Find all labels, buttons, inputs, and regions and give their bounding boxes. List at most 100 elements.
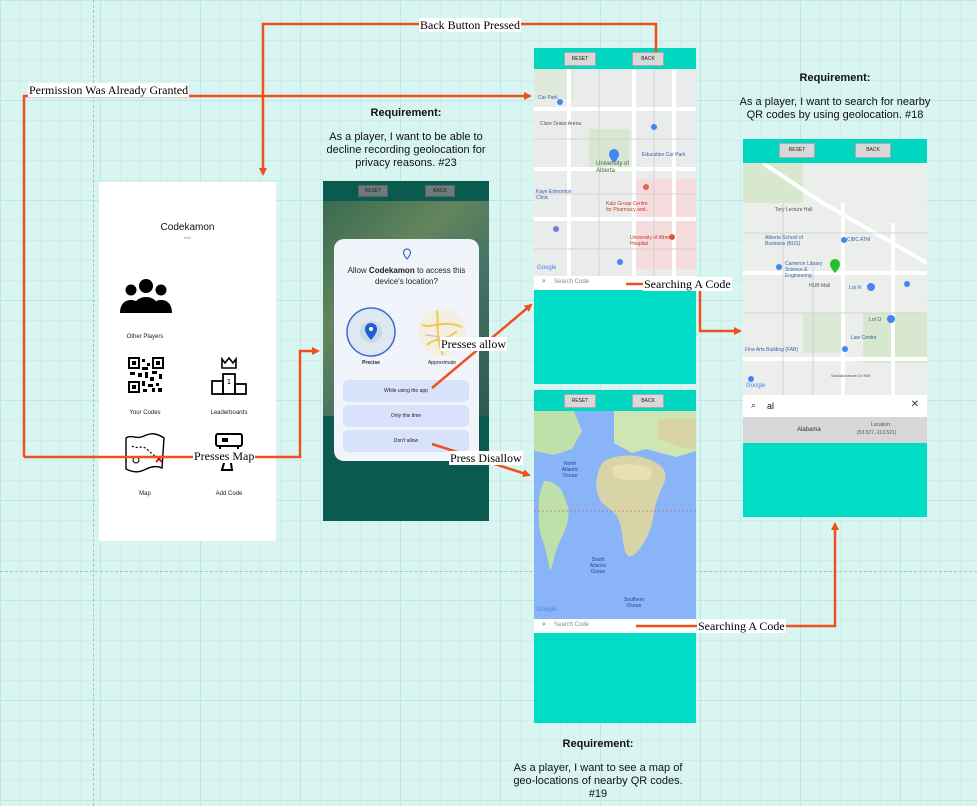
home-screen: Codekamon test Other Players Your Codes <box>99 182 276 541</box>
map-place-label: Alberta School of Business (BUS) <box>765 235 804 247</box>
reset-button[interactable]: RESET <box>564 52 596 66</box>
back-button-pressed-label: Back Button Pressed <box>419 18 521 32</box>
requirement-title: Requirement: <box>799 72 871 84</box>
map-place-label: Katz Group Centre for Pharmacy and... <box>606 201 650 213</box>
toolbar <box>534 390 696 411</box>
tile-label: Other Players <box>126 334 164 340</box>
search-icon: ⌕ <box>751 400 757 410</box>
other-players-tile[interactable]: Other Players <box>110 277 180 347</box>
search-icon: ⌕ <box>542 278 546 285</box>
precise-option[interactable]: Precise <box>346 307 396 369</box>
app-title: Codekamon <box>160 222 215 233</box>
results-panel <box>534 290 696 384</box>
leaderboards-tile[interactable]: 1 Leaderboards <box>194 357 264 427</box>
map-screen-allowed: RESET BACK Car Park Clare Drake Arena Un… <box>534 48 696 384</box>
tile-label: Add Code <box>215 491 243 497</box>
ocean-label: Southern Ocean <box>623 597 645 609</box>
only-this-time-button[interactable]: Only this time <box>343 405 469 427</box>
requirement-title: Requirement: <box>370 107 442 119</box>
world-map-drawing <box>534 411 696 619</box>
reset-button[interactable]: RESET <box>779 143 815 158</box>
map-place-label: Education Car Park <box>642 152 686 158</box>
your-codes-tile[interactable]: Your Codes <box>110 357 180 427</box>
map-place-label: Car Park <box>538 95 558 101</box>
results-panel <box>743 443 927 517</box>
search-placeholder: Search Code <box>554 622 590 628</box>
reset-button[interactable]: RESET <box>564 394 596 408</box>
svg-text:1: 1 <box>227 378 231 386</box>
google-logo: Google <box>537 265 557 271</box>
guide-line <box>93 0 94 806</box>
map-place-label: CIBC ATM <box>847 237 871 243</box>
back-button[interactable]: BACK <box>632 394 664 408</box>
dialog-message: Allow Codekamon to access this device's … <box>340 265 473 287</box>
map-place-label: HUB Mall <box>809 283 831 289</box>
qr-code-icon <box>128 357 164 393</box>
presses-allow-label: Presses allow <box>440 337 507 351</box>
requirement-body: As a player, I want to search for nearby… <box>739 96 931 121</box>
searching-code-label: Searching A Code <box>643 277 732 291</box>
campus-map-drawing <box>743 163 927 395</box>
clear-icon[interactable]: ✕ <box>911 399 919 410</box>
requirement-18: Requirement: As a player, I want to sear… <box>737 72 933 122</box>
back-button[interactable]: BACK <box>632 52 664 66</box>
permission-screen: RESET BACK Allow Codekamon to access thi… <box>323 181 489 521</box>
search-bar[interactable]: ⌕ Search Code <box>534 619 696 633</box>
reset-button[interactable]: RESET <box>358 185 388 197</box>
map-place-label: Kaye Edmonton Clinic <box>536 189 572 201</box>
search-input[interactable]: al <box>767 401 774 411</box>
google-logo: Google <box>746 383 766 389</box>
precise-map-icon <box>346 307 396 357</box>
map-search-screen: RESET BACK Tory Lecture Hall Alberta Sch… <box>743 139 927 517</box>
search-placeholder: Search Code <box>554 279 590 285</box>
map-tile[interactable]: Map <box>110 430 180 500</box>
search-bar[interactable]: ⌕ al ✕ <box>743 395 927 417</box>
toolbar <box>534 48 696 69</box>
tile-label: Your Codes <box>129 410 161 416</box>
map-place-label: Lot O <box>869 317 882 323</box>
ocean-label: South Atlantic Ocean <box>589 557 607 575</box>
map-place-label: Tory Lecture Hall <box>775 207 813 213</box>
requirement-title: Requirement: <box>562 738 634 750</box>
guide-line <box>0 571 977 572</box>
tile-label: Leaderboards <box>210 410 248 416</box>
app-subtitle: test <box>184 235 191 240</box>
search-icon: ⌕ <box>542 621 546 628</box>
search-result-row[interactable]: Alabama Location: (53.527,-113.521) <box>743 417 927 443</box>
approximate-label: Approximate <box>427 360 457 366</box>
map-place-label: Lot N <box>849 285 861 291</box>
back-button[interactable]: BACK <box>855 143 891 158</box>
toolbar <box>743 139 927 163</box>
result-name: Alabama <box>797 427 821 433</box>
requirement-body: As a player, I want to be able to declin… <box>326 131 486 169</box>
street-map[interactable]: Car Park Clare Drake Arena University of… <box>534 69 696 276</box>
google-logo: Google <box>537 607 557 613</box>
precise-label: Precise <box>362 360 380 366</box>
people-icon <box>120 279 172 313</box>
dont-allow-button[interactable]: Don't allow <box>343 430 469 452</box>
permission-granted-label: Permission Was Already Granted <box>28 83 190 97</box>
result-location-value: (53.527,-113.521) <box>857 430 897 436</box>
map-place-label: Fine Arts Building (FAB) <box>745 347 799 353</box>
map-place-label: Cameron Library Science & Engineering <box>785 261 823 279</box>
world-map[interactable]: North Atlantic Ocean South Atlantic Ocea… <box>534 411 696 619</box>
treasure-map-icon <box>125 433 165 473</box>
while-using-button[interactable]: While using the app <box>343 380 469 402</box>
add-code-tile[interactable]: Add Code <box>194 430 264 500</box>
map-place-label: Saskatchewan Dr NW <box>831 373 871 378</box>
results-panel <box>534 633 696 723</box>
searching-code-label: Searching A Code <box>697 619 786 633</box>
presses-map-label: Presses Map <box>193 449 256 463</box>
result-location-label: Location: <box>871 422 892 428</box>
ocean-label: North Atlantic Ocean <box>561 461 579 479</box>
map-screen-denied: RESET BACK North Atlantic Ocean South At… <box>534 390 696 723</box>
map-place-label: Clare Drake Arena <box>540 121 582 127</box>
requirement-19: Requirement: As a player, I want to see … <box>510 738 686 801</box>
map-place-label: University of Alberta <box>596 161 630 174</box>
back-button[interactable]: BACK <box>425 185 455 197</box>
dialog-prefix: Allow <box>347 266 369 275</box>
campus-map[interactable]: Tory Lecture Hall Alberta School of Busi… <box>743 163 927 395</box>
podium-icon: 1 <box>211 357 247 395</box>
press-disallow-label: Press Disallow <box>449 451 523 465</box>
requirement-body: As a player, I want to see a map of geo-… <box>513 762 683 800</box>
